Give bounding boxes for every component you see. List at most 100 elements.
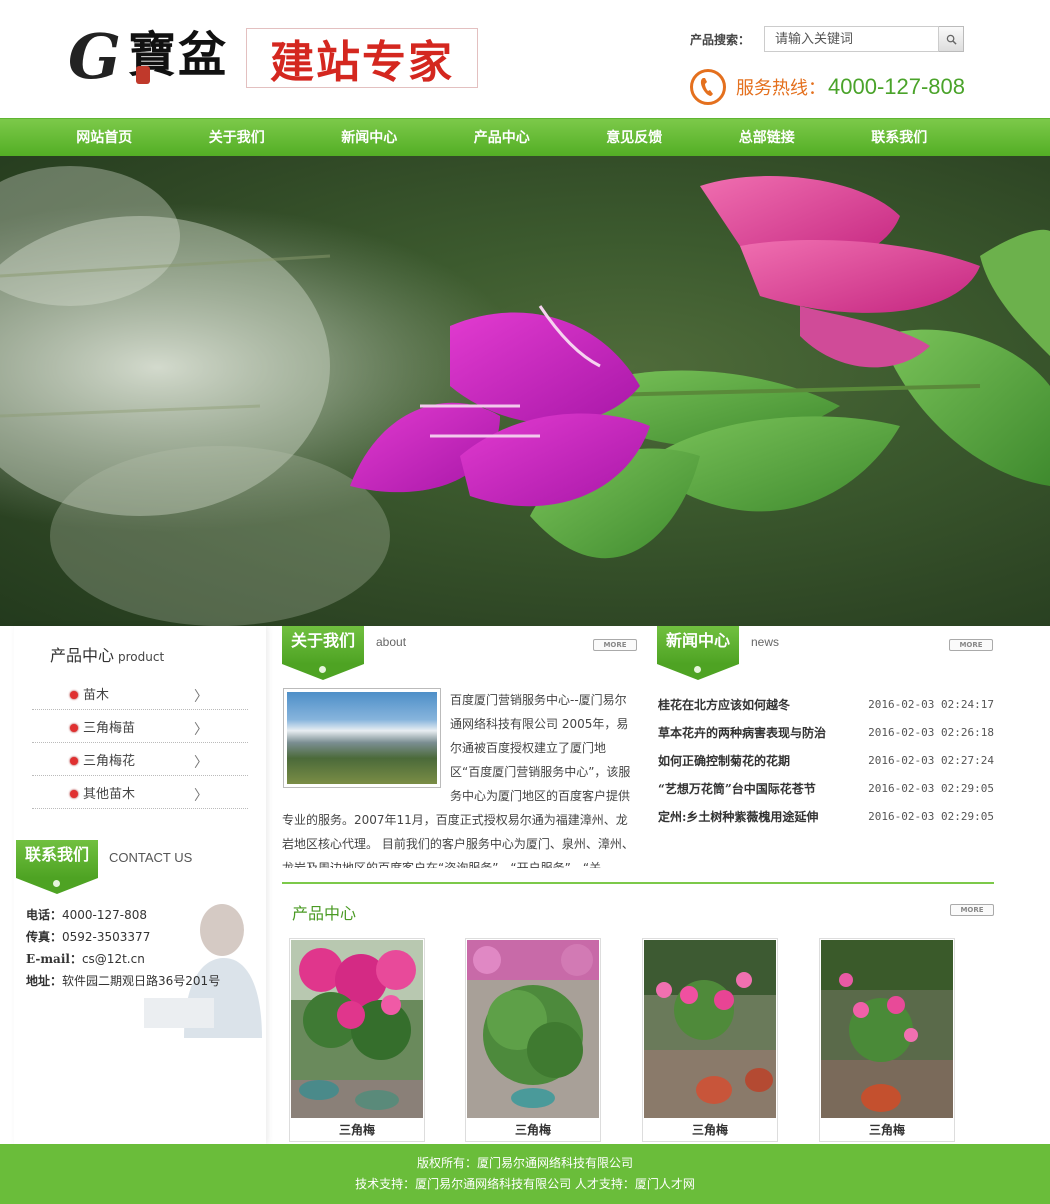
search-label: 产品搜索： [690, 32, 751, 47]
ribbon-dot [694, 666, 701, 673]
product-card[interactable]: 三角梅 [642, 938, 778, 1142]
news-date: 2016-02-03 02:24:17 [868, 697, 994, 711]
news-title: 新闻中心 [657, 626, 739, 664]
product-image [644, 940, 776, 1118]
category-label: 三角梅花 [83, 753, 136, 769]
product-image [821, 940, 953, 1118]
category-item[interactable]: 苗木 〉 [32, 677, 248, 710]
nav-item-products[interactable]: 产品中心 [436, 119, 569, 157]
logo-seal-icon [136, 66, 150, 84]
news-item: “艺想万花筒”台中国际花苍节 2016-02-03 02:29:05 [658, 774, 994, 802]
category-item[interactable]: 三角梅苗 〉 [32, 710, 248, 743]
news-list: 桂花在北方应该如何越冬 2016-02-03 02:24:17 草本花卉的两种病害… [658, 690, 994, 830]
hero-banner [0, 156, 1050, 626]
contact-title-en: CONTACT US [109, 850, 193, 865]
phone-label: 电话： [26, 908, 63, 922]
email-label: E-mail： [26, 952, 82, 966]
category-title-cn: 产品中心 [50, 646, 115, 665]
category-label: 其他苗木 [83, 786, 136, 802]
mountain-photo [287, 692, 437, 784]
products-title: 产品中心 [292, 904, 357, 923]
support-line: 技术支持：厦门易尔通网络科技有限公司 人才支持：厦门人才网 [355, 1177, 695, 1191]
address-label: 地址： [26, 974, 63, 988]
footer: 版权所有：厦门易尔通网络科技有限公司 技术支持：厦门易尔通网络科技有限公司 人才… [0, 1144, 1050, 1204]
news-more-button[interactable]: MORE [949, 639, 993, 651]
product-name: 三角梅 [868, 1123, 905, 1137]
fax-label: 传真： [26, 930, 63, 944]
news-date: 2016-02-03 02:26:18 [868, 725, 994, 739]
search-bar: 产品搜索： [690, 26, 965, 52]
category-label: 苗木 [83, 687, 110, 703]
ribbon-dot [53, 880, 60, 887]
product-name: 三角梅 [338, 1123, 375, 1137]
nav-item-about[interactable]: 关于我们 [171, 119, 304, 157]
category-list: 苗木〉 三角梅苗〉 三角梅花〉 其他苗木〉 [32, 677, 248, 809]
logo-letter: G [68, 20, 121, 93]
bullet-icon [70, 757, 78, 765]
news-item: 如何正确控制菊花的花期 2016-02-03 02:27:24 [658, 746, 994, 774]
about-title: 关于我们 [282, 626, 364, 664]
bullet-icon [70, 724, 78, 732]
site-logo[interactable]: G 寶盆 建站专家 [68, 20, 480, 94]
product-card[interactable]: 三角梅 [465, 938, 601, 1142]
about-image[interactable] [283, 688, 441, 788]
banner-flower-image [0, 156, 1050, 626]
about-section-tag: 关于我们 [282, 626, 364, 682]
chevron-right-icon: 〉 [194, 722, 208, 738]
slogan-text: 建站专家 [270, 37, 454, 88]
bullet-icon [70, 790, 78, 798]
news-date: 2016-02-03 02:29:05 [868, 809, 994, 823]
header: G 寶盆 建站专家 产品搜索： 服务热线： 4000-127-808 [0, 0, 1050, 118]
product-card[interactable]: 三角梅 [289, 938, 425, 1142]
product-card[interactable]: 三角梅 [819, 938, 955, 1142]
hotline-label: 服务热线： [736, 78, 826, 99]
nav-item-news[interactable]: 新闻中心 [303, 119, 436, 157]
nav-item-contact[interactable]: 联系我们 [833, 119, 966, 157]
search-input[interactable] [764, 26, 940, 52]
chevron-right-icon: 〉 [194, 788, 208, 804]
phone-value: 4000-127-808 [62, 908, 148, 922]
news-date: 2016-02-03 02:27:24 [868, 753, 994, 767]
category-label: 三角梅苗 [83, 720, 136, 736]
news-date: 2016-02-03 02:29:05 [868, 781, 994, 795]
search-button[interactable] [939, 26, 965, 52]
news-item: 定州:乡土树种紫薇槐用途延伸 2016-02-03 02:29:05 [658, 802, 994, 830]
nav-item-feedback[interactable]: 意见反馈 [568, 119, 701, 157]
news-link[interactable]: 草本花卉的两种病害表现与防治 [658, 724, 826, 741]
category-title-en: product [118, 650, 165, 664]
phone-icon [690, 69, 726, 105]
section-divider [282, 882, 994, 884]
category-title: 产品中心 product [50, 642, 164, 666]
search-icon [946, 34, 957, 45]
hotline: 服务热线： 4000-127-808 [690, 68, 965, 106]
product-image [291, 940, 423, 1118]
news-link[interactable]: 桂花在北方应该如何越冬 [658, 696, 790, 713]
contact-title: 联系我们 [16, 840, 98, 878]
product-image [467, 940, 599, 1118]
chevron-right-icon: 〉 [194, 689, 208, 705]
chevron-right-icon: 〉 [194, 755, 208, 771]
logo-slogan: 建站专家 [246, 28, 478, 88]
about-more-button[interactable]: MORE [593, 639, 637, 651]
news-link[interactable]: 定州:乡土树种紫薇槐用途延伸 [658, 808, 818, 825]
sidebar: 产品中心 product 苗木〉 三角梅苗〉 三角梅花〉 其他苗木〉 联系我们 C… [14, 626, 266, 1144]
hotline-number: 4000-127-808 [828, 74, 966, 99]
main-nav: 网站首页 关于我们 新闻中心 产品中心 意见反馈 总部链接 联系我们 [0, 118, 1050, 156]
news-link[interactable]: “艺想万花筒”台中国际花苍节 [658, 780, 816, 797]
news-item: 桂花在北方应该如何越冬 2016-02-03 02:24:17 [658, 690, 994, 718]
news-link[interactable]: 如何正确控制菊花的花期 [658, 752, 790, 769]
product-name: 三角梅 [691, 1123, 728, 1137]
bullet-icon [70, 691, 78, 699]
news-item: 草本花卉的两种病害表现与防治 2016-02-03 02:26:18 [658, 718, 994, 746]
contact-info: 电话：4000-127-808 传真：0592-3503377 E-mail：c… [26, 904, 220, 992]
products-more-button[interactable]: MORE [950, 904, 994, 916]
nav-item-home[interactable]: 网站首页 [38, 119, 171, 157]
category-item[interactable]: 其他苗木 〉 [32, 776, 248, 809]
email-value[interactable]: cs@12t.cn [82, 952, 145, 966]
product-name: 三角梅 [514, 1123, 551, 1137]
news-title-en: news [751, 635, 780, 649]
category-item[interactable]: 三角梅花 〉 [32, 743, 248, 776]
nav-item-links[interactable]: 总部链接 [701, 119, 834, 157]
ribbon-dot [319, 666, 326, 673]
address-value: 软件园二期观日路36号201号 [62, 974, 221, 988]
